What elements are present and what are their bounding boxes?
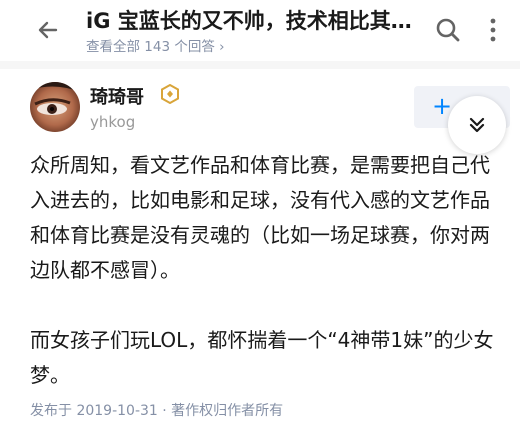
collapse-button[interactable]	[448, 96, 506, 154]
back-button[interactable]	[30, 12, 66, 48]
section-divider	[0, 61, 520, 69]
answer-paragraph: 而女孩子们玩LOL，都怀揣着一个“4神带1妹”的少女梦。	[30, 328, 494, 387]
hexagon-badge-icon	[160, 83, 180, 105]
search-button[interactable]	[430, 12, 466, 48]
question-title[interactable]: iG 宝蓝长的又不帅，技术相比其…	[86, 5, 416, 35]
search-icon	[436, 18, 460, 42]
author-id: yhkog	[90, 113, 136, 131]
avatar-image	[30, 82, 80, 132]
answer-paragraph: 众所周知，看文艺作品和体育比赛，是需要把自己代入进去的，比如电影和足球，没有代入…	[30, 153, 490, 282]
avatar[interactable]	[30, 82, 80, 132]
author-name[interactable]: 琦琦哥	[90, 83, 144, 109]
answer-content: 众所周知，看文艺作品和体育比赛，是需要把自己代入进去的，比如电影和足球，没有代入…	[30, 148, 508, 393]
top-bar: iG 宝蓝长的又不帅，技术相比其… 查看全部 143 个回答 ›	[0, 0, 520, 60]
more-options-button[interactable]	[478, 12, 508, 48]
more-vertical-icon	[490, 18, 496, 42]
arrow-left-icon	[38, 21, 58, 39]
answer-meta: 发布于 2019-10-31 · 著作权归作者所有	[30, 403, 284, 419]
view-all-answers-link[interactable]: 查看全部 143 个回答 ›	[86, 35, 225, 55]
double-chevron-down-icon	[469, 117, 485, 133]
